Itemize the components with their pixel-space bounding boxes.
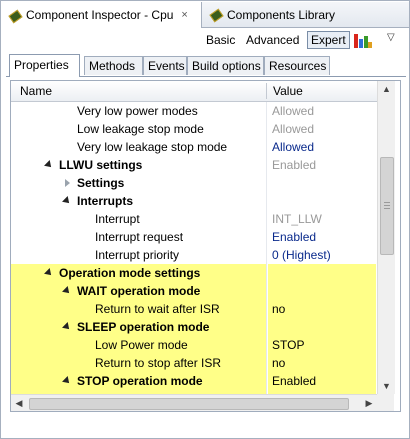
scroll-down-icon[interactable]: ▼ xyxy=(378,378,395,394)
close-icon[interactable]: × xyxy=(181,9,187,21)
property-group-name: Settings xyxy=(77,176,125,190)
properties-table: Name Value Very low power modes Allowed … xyxy=(10,80,401,412)
advanced-button[interactable]: Advanced xyxy=(246,31,299,49)
tab-build-options[interactable]: Build options xyxy=(187,56,264,75)
expert-button[interactable]: Expert xyxy=(307,31,350,49)
property-name: Interrupt xyxy=(95,212,140,226)
property-group-name: Interrupts xyxy=(77,194,134,208)
property-name: Low leakage stop mode xyxy=(77,122,204,136)
table-row[interactable]: Interrupt request Enabled xyxy=(11,228,377,246)
property-value[interactable]: Enabled xyxy=(268,372,376,390)
table-row[interactable]: Very low leakage stop mode Allowed xyxy=(11,138,377,156)
bar-chart-icon[interactable] xyxy=(354,32,372,48)
property-value[interactable] xyxy=(268,282,376,300)
table-row[interactable]: Interrupt INT_LLW xyxy=(11,210,377,228)
tab-component-inspector[interactable]: Component Inspector - Cpu × xyxy=(2,2,202,28)
property-name: Interrupt request xyxy=(95,230,184,244)
property-value[interactable]: Allowed xyxy=(268,102,376,120)
horizontal-scroll-thumb[interactable] xyxy=(29,398,349,410)
component-chip-icon xyxy=(209,8,224,23)
tab-methods[interactable]: Methods xyxy=(84,56,143,75)
column-header-name[interactable]: Name xyxy=(20,84,52,98)
expanded-arrow-icon[interactable] xyxy=(62,196,72,206)
property-value[interactable] xyxy=(268,264,376,282)
tab-properties[interactable]: Properties xyxy=(9,54,80,77)
collapsed-arrow-icon[interactable] xyxy=(65,179,70,187)
table-row[interactable]: Operation mode settings xyxy=(11,264,377,282)
component-chip-icon xyxy=(8,9,23,23)
property-value[interactable]: no xyxy=(268,300,376,318)
tab-component-inspector-label: Component Inspector - Cpu xyxy=(26,8,174,22)
expanded-arrow-icon[interactable] xyxy=(62,376,72,386)
inspector-toolbar: Basic Advanced Expert ▽ xyxy=(2,28,409,53)
table-row[interactable]: Return to wait after ISR no xyxy=(11,300,377,318)
property-name: Low Power mode xyxy=(95,338,188,352)
property-value[interactable]: INT_LLW xyxy=(268,210,376,228)
vertical-scrollbar[interactable]: ▲ ▼ xyxy=(377,81,395,394)
property-name: Interrupt priority xyxy=(95,248,180,262)
property-group-name: Operation mode settings xyxy=(59,266,201,280)
table-row[interactable]: STOP operation mode Enabled xyxy=(11,372,377,390)
property-value[interactable]: Allowed xyxy=(268,120,376,138)
properties-tab-bar: Properties Methods Events Build options … xyxy=(6,54,406,77)
property-value[interactable]: no xyxy=(268,354,376,372)
table-row[interactable]: SLEEP operation mode xyxy=(11,318,377,336)
tab-components-library-label: Components Library xyxy=(227,7,336,22)
property-name: Very low power modes xyxy=(77,104,198,118)
property-value[interactable] xyxy=(268,174,376,192)
component-inspector-view: Component Inspector - Cpu × Components L… xyxy=(0,0,410,439)
column-header-value[interactable]: Value xyxy=(273,84,303,98)
property-value[interactable] xyxy=(268,318,376,336)
expanded-arrow-icon[interactable] xyxy=(44,268,54,278)
expanded-arrow-icon[interactable] xyxy=(62,322,72,332)
expanded-arrow-icon[interactable] xyxy=(44,160,54,170)
table-row[interactable]: Low Power mode STOP xyxy=(11,336,377,354)
property-name: Very low leakage stop mode xyxy=(77,140,228,154)
property-name: Return to wait after ISR xyxy=(95,302,220,316)
property-group-name: WAIT operation mode xyxy=(77,284,201,298)
property-value[interactable]: 0 (Highest) xyxy=(268,246,376,264)
table-row[interactable]: Interrupts xyxy=(11,192,377,210)
tab-resources[interactable]: Resources xyxy=(264,56,330,75)
property-group-name: LLWU settings xyxy=(59,158,143,172)
table-row[interactable]: Return to stop after ISR no xyxy=(11,354,377,372)
property-value[interactable]: Enabled xyxy=(268,156,376,174)
property-group-name: SLEEP operation mode xyxy=(77,320,210,334)
table-row[interactable]: Low leakage stop mode Allowed xyxy=(11,120,377,138)
table-header: Name Value xyxy=(11,81,377,102)
table-row[interactable]: Settings xyxy=(11,174,377,192)
basic-button[interactable]: Basic xyxy=(206,31,235,49)
horizontal-scrollbar[interactable]: ◀ ▶ xyxy=(11,394,377,411)
table-row[interactable]: Very low power modes Allowed xyxy=(11,102,377,120)
view-menu-icon[interactable]: ▽ xyxy=(387,31,399,45)
vertical-scroll-thumb[interactable] xyxy=(380,157,394,255)
property-value[interactable]: Enabled xyxy=(268,228,376,246)
tab-components-library[interactable]: Components Library xyxy=(203,2,363,27)
expanded-arrow-icon[interactable] xyxy=(62,286,72,296)
scroll-left-icon[interactable]: ◀ xyxy=(11,395,27,411)
property-group-name: STOP operation mode xyxy=(77,374,203,388)
property-value[interactable]: Allowed xyxy=(268,138,376,156)
property-value[interactable]: STOP xyxy=(268,336,376,354)
scroll-up-icon[interactable]: ▲ xyxy=(378,81,395,97)
table-row[interactable]: WAIT operation mode xyxy=(11,282,377,300)
property-name: Return to stop after ISR xyxy=(95,356,222,370)
table-row[interactable]: LLWU settings Enabled xyxy=(11,156,377,174)
scroll-right-icon[interactable]: ▶ xyxy=(361,395,377,411)
tab-events[interactable]: Events xyxy=(143,56,187,75)
table-row[interactable]: Interrupt priority 0 (Highest) xyxy=(11,246,377,264)
property-value[interactable] xyxy=(268,192,376,210)
view-tab-bar: Component Inspector - Cpu × Components L… xyxy=(2,2,409,28)
